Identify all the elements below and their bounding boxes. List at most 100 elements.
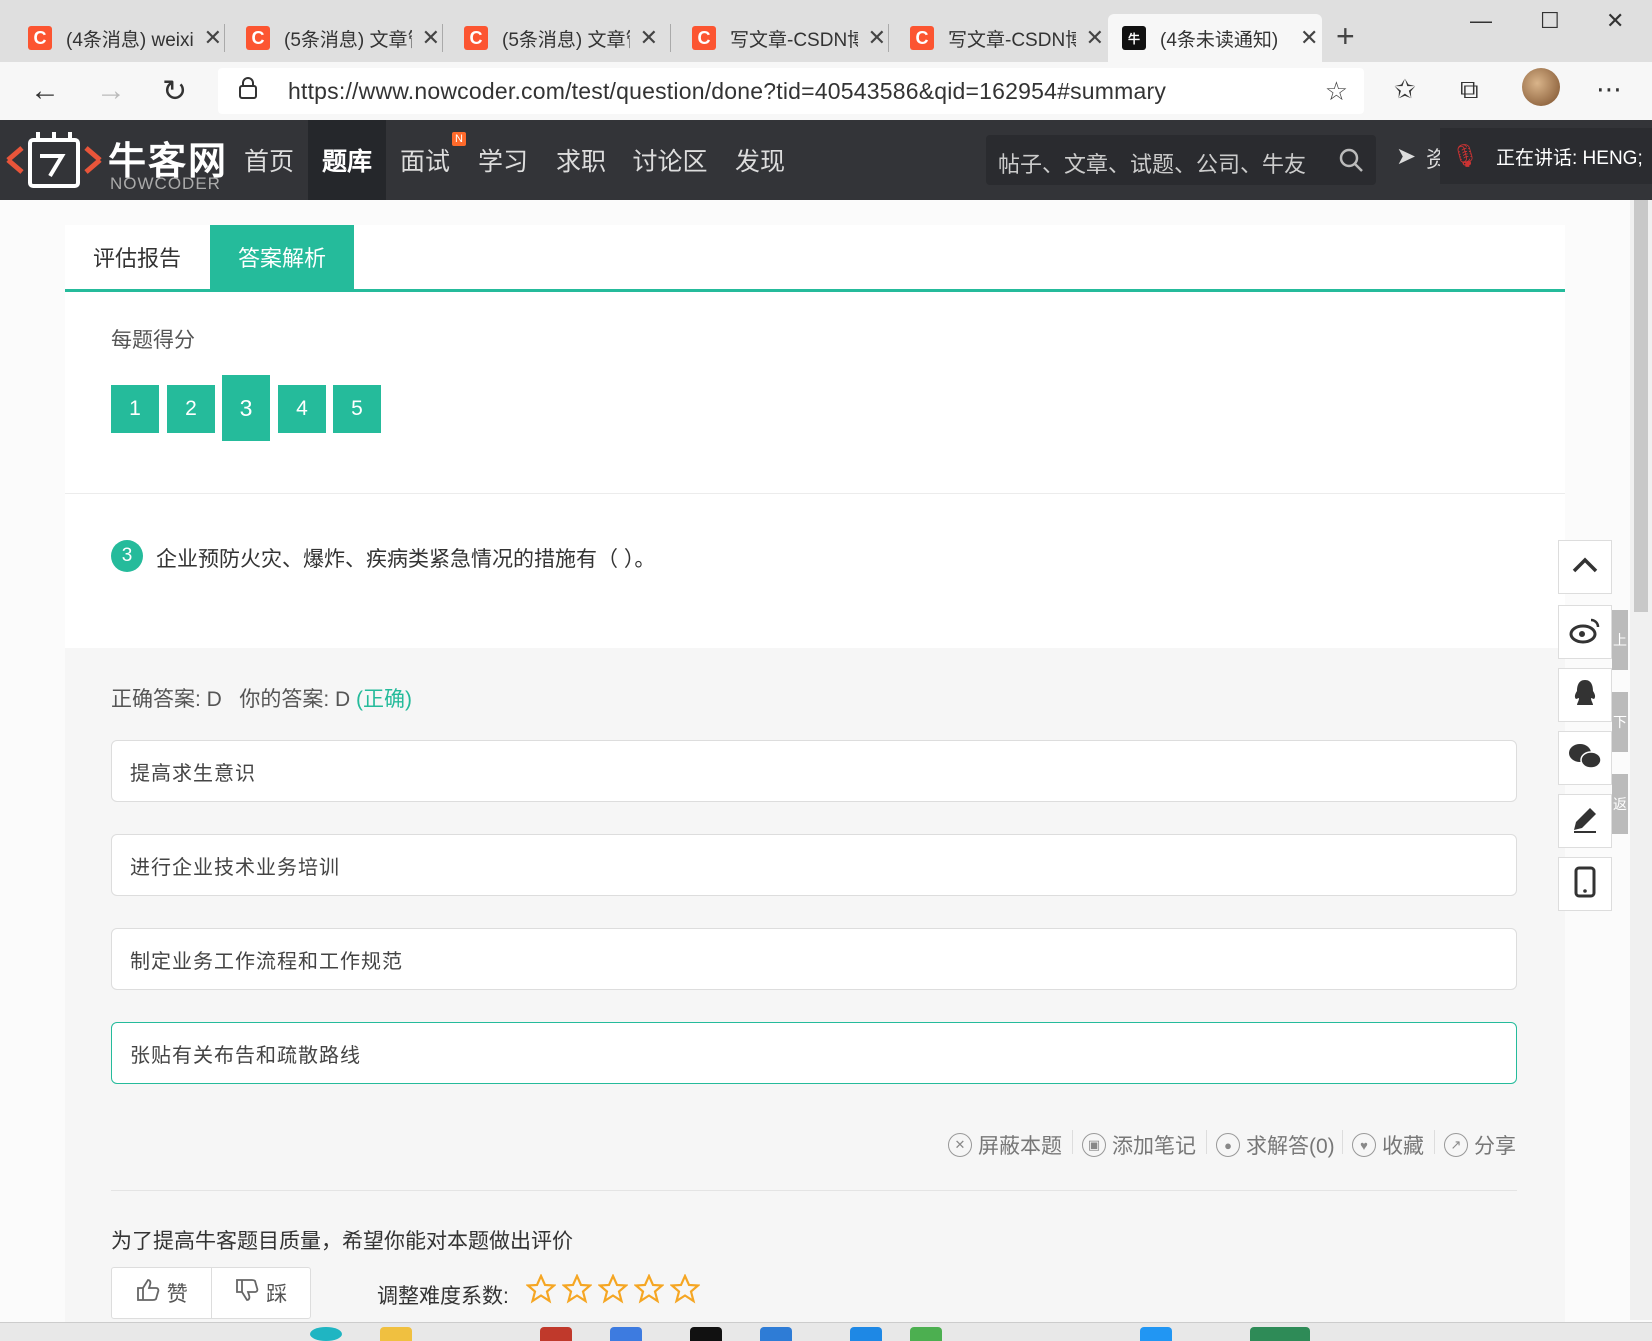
star-icon[interactable] <box>562 1274 592 1304</box>
ask-answer-button[interactable]: ● 求解答(0) <box>1216 1130 1335 1160</box>
browser-tab[interactable]: C 写文章-CSDN博客 ✕ <box>896 14 1104 62</box>
star-icon[interactable] <box>634 1274 664 1304</box>
block-question-button[interactable]: ✕ 屏蔽本题 <box>948 1130 1062 1160</box>
taskbar-app-icon[interactable] <box>760 1327 792 1341</box>
rating-prompt: 为了提高牛客题目质量，希望你能对本题做出评价 <box>111 1230 573 1253</box>
close-tab-icon[interactable]: ✕ <box>204 25 222 51</box>
feedback-button[interactable] <box>1558 794 1612 848</box>
sidetab-prev[interactable]: 上 <box>1612 610 1628 670</box>
your-answer: 你的答案: D <box>239 688 351 711</box>
nav-interview[interactable]: 面试 N <box>388 120 466 200</box>
question-score-5[interactable]: 5 <box>333 385 381 433</box>
close-tab-icon[interactable]: ✕ <box>422 25 440 51</box>
share-button[interactable]: ↗ 分享 <box>1444 1130 1516 1160</box>
back-icon[interactable]: ← <box>30 74 60 108</box>
nav-discover[interactable]: 发现 <box>722 120 798 200</box>
star-icon[interactable] <box>598 1274 628 1304</box>
nav-discussion[interactable]: 讨论区 <box>622 120 718 200</box>
forward-icon[interactable]: → <box>96 74 126 108</box>
more-menu-icon[interactable]: ⋯ <box>1596 74 1622 105</box>
section-divider <box>65 493 1565 494</box>
sidetab-back[interactable]: 返 <box>1612 774 1628 834</box>
nav-home[interactable]: 首页 <box>232 120 306 200</box>
close-tab-icon[interactable]: ✕ <box>1086 25 1104 51</box>
weibo-icon <box>1569 616 1601 649</box>
taskbar-app-icon[interactable] <box>310 1327 342 1341</box>
browser-tab[interactable]: C 写文章-CSDN博客 ✕ <box>678 14 886 62</box>
add-note-button[interactable]: ▣ 添加笔记 <box>1082 1130 1196 1160</box>
profile-avatar[interactable] <box>1522 68 1560 106</box>
search-icon[interactable] <box>1338 147 1364 178</box>
nav-question-bank[interactable]: 题库 <box>308 120 386 200</box>
question-score-2[interactable]: 2 <box>167 385 215 433</box>
nav-label: 求职 <box>555 148 606 176</box>
chevron-up-icon <box>1571 555 1599 580</box>
logo-subtitle: NOWCODER <box>110 174 221 193</box>
action-label: 收藏 <box>1382 1135 1424 1158</box>
thumbs-down-icon <box>234 1277 260 1309</box>
taskbar-app-icon[interactable] <box>540 1327 572 1341</box>
close-tab-icon[interactable]: ✕ <box>1300 25 1318 51</box>
refresh-icon[interactable]: ↻ <box>162 74 187 109</box>
share-weibo-button[interactable] <box>1558 605 1612 659</box>
favorites-list-icon[interactable]: ✩ <box>1394 74 1416 105</box>
speaking-indicator: 🎙 正在讲话: HENG; <box>1440 128 1652 184</box>
share-qq-button[interactable] <box>1558 668 1612 722</box>
csdn-favicon-icon: C <box>464 26 488 50</box>
tab-divider <box>224 24 225 52</box>
scroll-top-button[interactable] <box>1558 540 1612 594</box>
tab-answer-analysis[interactable]: 答案解析 <box>210 225 354 289</box>
taskbar-app-icon[interactable] <box>380 1327 412 1341</box>
address-bar[interactable]: https://www.nowcoder.com/test/question/d… <box>218 68 1364 114</box>
new-tab-icon[interactable]: + <box>1336 18 1355 55</box>
nav-label: 题库 <box>321 148 372 176</box>
score-title: 每题得分 <box>111 329 195 352</box>
site-search-input[interactable]: 帖子、文章、试题、公司、牛友 <box>986 135 1376 185</box>
maximize-icon[interactable]: ☐ <box>1540 8 1560 34</box>
like-button[interactable]: 赞 <box>112 1268 211 1318</box>
lock-icon <box>238 76 262 106</box>
tab-label: 答案解析 <box>237 246 326 271</box>
taskbar-app-icon[interactable] <box>690 1327 722 1341</box>
minimize-icon[interactable]: — <box>1470 8 1492 34</box>
share-wechat-button[interactable] <box>1558 731 1612 785</box>
heart-icon: ♥ <box>1352 1133 1376 1157</box>
favorite-button[interactable]: ♥ 收藏 <box>1352 1130 1424 1160</box>
mobile-app-button[interactable] <box>1558 857 1612 911</box>
browser-tab-active[interactable]: 牛 (4条未读通知) ✕ <box>1108 14 1322 62</box>
close-tab-icon[interactable]: ✕ <box>868 25 886 51</box>
dislike-label: 踩 <box>266 1283 288 1306</box>
qq-icon <box>1571 678 1599 713</box>
nav-label: 首页 <box>243 148 294 176</box>
scrollbar-thumb[interactable] <box>1634 200 1648 612</box>
taskbar-app-icon[interactable] <box>1250 1327 1310 1341</box>
tab-title: (4条未读通知) <box>1160 29 1279 51</box>
tab-evaluation-report[interactable]: 评估报告 <box>65 225 209 289</box>
collections-icon[interactable]: ⧉ <box>1460 74 1479 106</box>
close-tab-icon[interactable]: ✕ <box>640 25 658 51</box>
question-score-4[interactable]: 4 <box>278 385 326 433</box>
star-icon[interactable] <box>526 1274 556 1304</box>
close-window-icon[interactable]: ✕ <box>1606 8 1624 34</box>
nav-jobs[interactable]: 求职 <box>544 120 618 200</box>
taskbar-app-icon[interactable] <box>910 1327 942 1341</box>
sidetab-next[interactable]: 下 <box>1612 692 1628 752</box>
nav-learn[interactable]: 学习 <box>466 120 540 200</box>
option-a: 提高求生意识 <box>111 740 1517 802</box>
taskbar-app-icon[interactable] <box>850 1327 882 1341</box>
question-score-1[interactable]: 1 <box>111 385 159 433</box>
question-score-3-current[interactable]: 3 <box>222 375 270 441</box>
star-icon[interactable] <box>670 1274 700 1304</box>
dislike-button[interactable]: 踩 <box>210 1268 311 1318</box>
taskbar-app-icon[interactable] <box>610 1327 642 1341</box>
browser-tab[interactable]: C (5条消息) 文章管理 ✕ <box>450 14 658 62</box>
tab-divider <box>888 24 889 52</box>
browser-tab[interactable]: C (4条消息) weixin ✕ <box>14 14 222 62</box>
favorite-star-icon[interactable]: ☆ <box>1325 76 1348 107</box>
browser-tab[interactable]: C (5条消息) 文章管理 ✕ <box>232 14 440 62</box>
option-b: 进行企业技术业务培训 <box>111 834 1517 896</box>
send-icon[interactable]: ➤ <box>1396 142 1416 171</box>
nowcoder-logo-icon[interactable] <box>4 126 104 194</box>
wechat-icon <box>1568 742 1602 775</box>
taskbar-app-icon[interactable] <box>1140 1327 1172 1341</box>
